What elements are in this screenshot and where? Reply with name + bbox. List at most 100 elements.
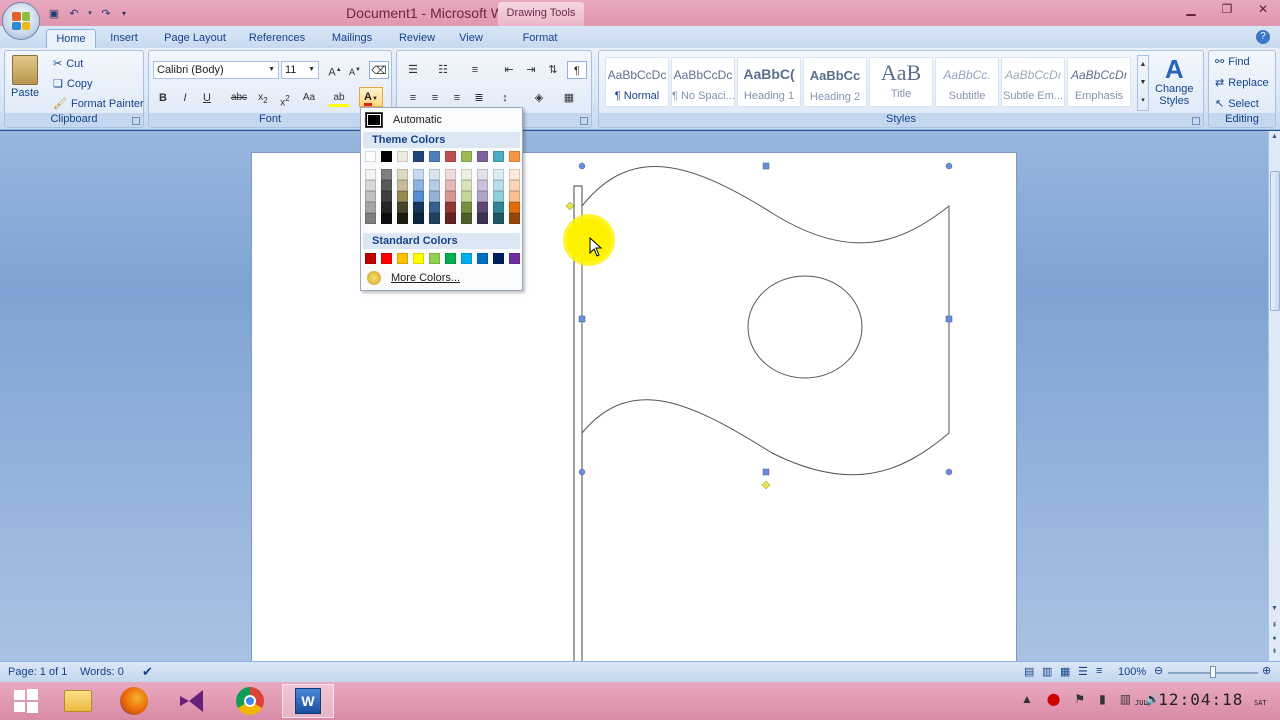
- theme-shade-swatch[interactable]: [429, 191, 440, 202]
- theme-shade-swatch[interactable]: [381, 213, 392, 224]
- strikethrough-button[interactable]: abc: [229, 89, 249, 107]
- theme-shade-swatch[interactable]: [397, 213, 408, 224]
- superscript-button[interactable]: x2: [275, 89, 295, 108]
- theme-color-swatch[interactable]: [381, 151, 392, 162]
- tab-references[interactable]: References: [245, 29, 309, 48]
- proofing-icon[interactable]: ✔: [142, 664, 153, 680]
- font-size-combo[interactable]: 11 ▼: [281, 61, 319, 79]
- tab-page-layout[interactable]: Page Layout: [160, 29, 230, 48]
- numbering-button[interactable]: ☷: [433, 61, 453, 79]
- theme-shade-swatch[interactable]: [461, 180, 472, 191]
- maximize-button[interactable]: ❐: [1218, 2, 1236, 16]
- action-center-icon[interactable]: ⚑: [1074, 692, 1085, 706]
- theme-shade-swatch[interactable]: [413, 202, 424, 213]
- styles-gallery-scroll[interactable]: ▲ ▼ ▾: [1137, 55, 1149, 111]
- start-button[interactable]: [0, 684, 52, 718]
- style-subtitle[interactable]: AaBbCc. Subtitle: [935, 57, 999, 107]
- style-no-spacing[interactable]: AaBbCcDc ¶ No Spaci...: [671, 57, 735, 107]
- tab-mailings[interactable]: Mailings: [325, 29, 379, 48]
- full-screen-reading-icon[interactable]: ▥: [1042, 665, 1052, 678]
- network-icon[interactable]: ▥: [1120, 692, 1131, 706]
- power-icon[interactable]: ▮: [1099, 692, 1106, 706]
- theme-shade-swatch[interactable]: [509, 202, 520, 213]
- center-button[interactable]: ≡: [425, 89, 445, 107]
- vertical-scrollbar[interactable]: ▲ ▼ ⇞ ● ⇟: [1268, 131, 1280, 661]
- theme-color-swatch[interactable]: [477, 151, 488, 162]
- scroll-thumb[interactable]: [1270, 171, 1280, 311]
- theme-shade-swatch[interactable]: [365, 169, 376, 180]
- taskbar-visual-studio[interactable]: [166, 684, 218, 718]
- decrease-indent-button[interactable]: ⇤: [499, 61, 519, 79]
- theme-shade-swatch[interactable]: [365, 202, 376, 213]
- theme-shade-swatch[interactable]: [509, 180, 520, 191]
- change-case-button[interactable]: Aa: [299, 89, 319, 107]
- theme-shade-swatch[interactable]: [477, 191, 488, 202]
- font-color-button[interactable]: A▼: [359, 87, 383, 107]
- standard-color-swatch[interactable]: [365, 253, 376, 264]
- bullets-button[interactable]: ☰: [403, 61, 423, 79]
- italic-button[interactable]: I: [175, 89, 195, 107]
- theme-shade-swatch[interactable]: [477, 169, 488, 180]
- grow-font-button[interactable]: A▲: [325, 61, 345, 79]
- more-colors-option[interactable]: More Colors...: [367, 271, 460, 285]
- theme-shade-swatch[interactable]: [493, 180, 504, 191]
- standard-color-swatch[interactable]: [493, 253, 504, 264]
- clipboard-dialog-launcher[interactable]: [132, 117, 140, 125]
- style-normal[interactable]: AaBbCcDc ¶ Normal: [605, 57, 669, 107]
- theme-color-swatch[interactable]: [413, 151, 424, 162]
- theme-color-swatch[interactable]: [365, 151, 376, 162]
- theme-color-swatch[interactable]: [493, 151, 504, 162]
- theme-shade-swatch[interactable]: [413, 213, 424, 224]
- taskbar-file-explorer[interactable]: [52, 684, 104, 718]
- bold-button[interactable]: B: [153, 89, 173, 107]
- close-button[interactable]: ✕: [1254, 2, 1272, 16]
- line-spacing-button[interactable]: ↕: [495, 89, 515, 107]
- tab-insert[interactable]: Insert: [104, 29, 144, 48]
- borders-button[interactable]: ▦: [559, 89, 579, 107]
- theme-shade-swatch[interactable]: [461, 169, 472, 180]
- theme-shade-swatch[interactable]: [445, 202, 456, 213]
- show-hide-button[interactable]: ¶: [567, 61, 587, 79]
- theme-shade-swatch[interactable]: [461, 191, 472, 202]
- tab-view[interactable]: View: [452, 29, 490, 48]
- theme-shade-swatch[interactable]: [413, 169, 424, 180]
- theme-shade-swatch[interactable]: [413, 191, 424, 202]
- theme-shade-swatch[interactable]: [429, 169, 440, 180]
- select-browse-object-icon[interactable]: ●: [1269, 635, 1280, 647]
- theme-shade-swatch[interactable]: [493, 202, 504, 213]
- sort-button[interactable]: ⇅: [543, 61, 563, 79]
- theme-shade-swatch[interactable]: [493, 191, 504, 202]
- align-right-button[interactable]: ≡: [447, 89, 467, 107]
- theme-shade-swatch[interactable]: [397, 202, 408, 213]
- web-layout-icon[interactable]: ▦: [1060, 665, 1070, 678]
- theme-shade-swatch[interactable]: [509, 213, 520, 224]
- shrink-font-button[interactable]: A▼: [345, 61, 365, 79]
- outline-icon[interactable]: ☰: [1078, 665, 1088, 678]
- theme-shade-swatch[interactable]: [365, 180, 376, 191]
- theme-shade-swatch[interactable]: [365, 213, 376, 224]
- standard-color-swatch[interactable]: [445, 253, 456, 264]
- security-icon[interactable]: ⬤: [1047, 692, 1060, 706]
- style-emphasis[interactable]: AaBbCcDı Emphasis: [1067, 57, 1131, 107]
- print-layout-icon[interactable]: ▤: [1024, 665, 1034, 678]
- replace-button[interactable]: ⇄ Replace: [1215, 76, 1269, 90]
- automatic-color-option[interactable]: Automatic: [363, 110, 520, 130]
- theme-shade-swatch[interactable]: [461, 213, 472, 224]
- change-styles-button[interactable]: A Change Styles: [1155, 55, 1194, 107]
- show-hidden-icons-icon[interactable]: ▲: [1021, 692, 1033, 706]
- standard-color-swatch[interactable]: [461, 253, 472, 264]
- theme-shade-swatch[interactable]: [381, 169, 392, 180]
- standard-color-swatch[interactable]: [413, 253, 424, 264]
- theme-shade-swatch[interactable]: [509, 191, 520, 202]
- increase-indent-button[interactable]: ⇥: [521, 61, 541, 79]
- theme-color-swatch[interactable]: [461, 151, 472, 162]
- theme-color-swatch[interactable]: [445, 151, 456, 162]
- tab-format[interactable]: Format: [514, 29, 566, 48]
- draft-icon[interactable]: ≡: [1096, 665, 1102, 677]
- align-left-button[interactable]: ≡: [403, 89, 423, 107]
- format-painter-button[interactable]: 🖌 Format Painter: [53, 97, 144, 111]
- theme-shade-swatch[interactable]: [493, 169, 504, 180]
- taskbar-word[interactable]: W: [282, 684, 334, 718]
- theme-shade-swatch[interactable]: [445, 180, 456, 191]
- office-button[interactable]: [2, 2, 40, 40]
